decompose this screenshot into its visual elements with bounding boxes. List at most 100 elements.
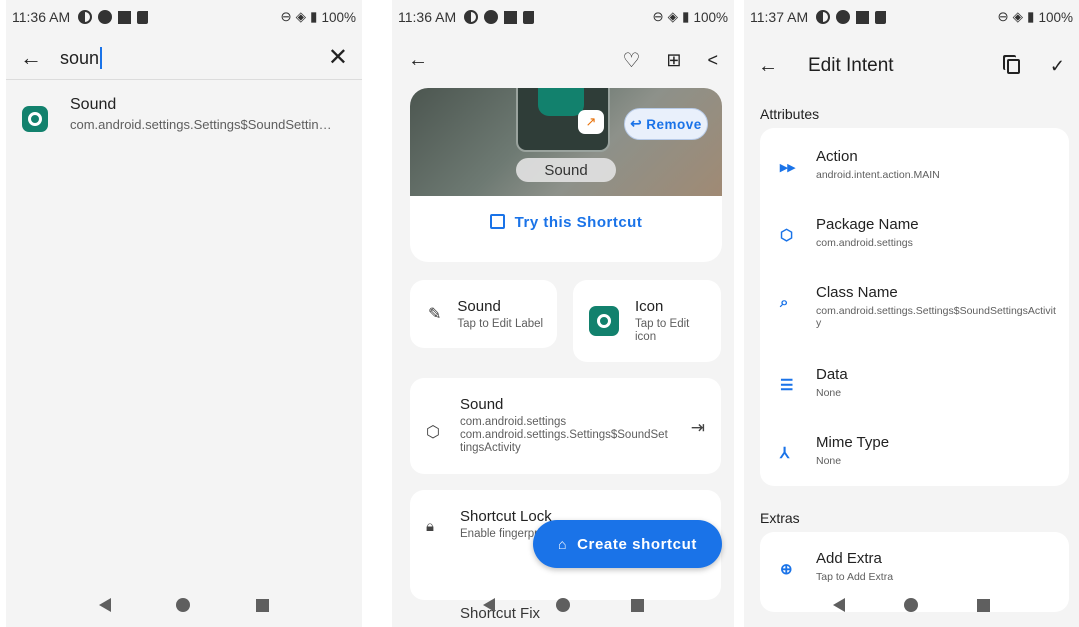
- status-time: 11:36 AM: [398, 9, 457, 25]
- attribute-name: Mime Type: [816, 434, 890, 451]
- nav-bar: [744, 583, 1079, 627]
- status-bar: 11:36 AM ⊖ ◈ ▮ 100%: [6, 0, 362, 34]
- nav-bar: [392, 583, 734, 627]
- notification-icons: [816, 10, 887, 24]
- sd-card-icon: [137, 10, 149, 24]
- attribute-name: Data: [816, 366, 848, 383]
- try-shortcut-button[interactable]: Try this Shortcut: [410, 214, 722, 231]
- wifi-icon: ◈: [667, 9, 679, 24]
- search-bar: ← soun ✕: [6, 36, 362, 80]
- label-card-title: Sound: [457, 297, 501, 315]
- battery-level: 100%: [321, 9, 356, 25]
- status-right: ⊖ ◈ ▮ 100%: [280, 9, 356, 25]
- attribute-class-name[interactable]: ⌕ Class Name com.android.settings.Settin…: [760, 284, 1069, 329]
- file-search-icon: ⌕: [780, 294, 789, 311]
- login-arrow-icon[interactable]: ⇥: [691, 396, 705, 474]
- shortcut-badge-icon: ↗: [578, 110, 604, 134]
- favorite-heart-icon[interactable]: ♡: [622, 48, 640, 73]
- icon-card-title: Icon: [635, 298, 664, 315]
- battery-icon: ▮: [682, 9, 690, 24]
- search-screen: 11:36 AM ⊖ ◈ ▮ 100% ← soun ✕ Sound com.a…: [6, 0, 362, 627]
- nav-home-icon[interactable]: [555, 598, 570, 612]
- share-icon[interactable]: <: [707, 50, 718, 71]
- fast-forward-icon: ▸▸: [780, 159, 796, 176]
- intent-title: Sound: [460, 396, 504, 413]
- top-app-bar: ← Edit Intent ✓: [744, 46, 1079, 86]
- status-time: 11:36 AM: [12, 9, 71, 25]
- attribute-name: Package Name: [816, 216, 919, 233]
- result-subtitle: com.android.settings.Settings$SoundSetti…: [70, 117, 332, 132]
- copy-icon[interactable]: [1006, 56, 1020, 77]
- nav-back-icon[interactable]: [98, 598, 111, 612]
- nav-bar: [6, 583, 362, 627]
- shortcut-editor-screen: 11:36 AM ⊖ ◈ ▮ 100% ← ♡ ⊞ < ↗ ↩ Remove S…: [392, 0, 734, 627]
- intent-card[interactable]: ⬡ Sound com.android.settings com.android…: [410, 378, 721, 474]
- page-title: Edit Intent: [808, 55, 894, 76]
- attribute-action[interactable]: ▸▸ Action android.intent.action.MAIN: [760, 148, 1069, 181]
- status-bar: 11:37 AM ⊖ ◈ ▮ 100%: [744, 0, 1079, 34]
- notification-dot-icon: [836, 10, 851, 24]
- package-box-icon: ⬡: [426, 424, 440, 441]
- attribute-value: None: [816, 455, 842, 467]
- data-saver-icon: [78, 10, 93, 24]
- attributes-card: ▸▸ Action android.intent.action.MAIN ⬡ P…: [760, 128, 1069, 486]
- settings-app-icon: [22, 106, 48, 132]
- notification-dot-icon: [98, 10, 113, 24]
- battery-icon: ▮: [310, 9, 318, 24]
- add-extra-title: Add Extra: [816, 550, 882, 567]
- nav-recents-icon[interactable]: [630, 598, 644, 612]
- intent-package: com.android.settings: [460, 416, 567, 428]
- nav-recents-icon[interactable]: [976, 598, 990, 612]
- attributes-header: Attributes: [760, 106, 820, 122]
- attribute-package-name[interactable]: ⬡ Package Name com.android.settings: [760, 216, 1069, 249]
- notification-icons: [78, 10, 149, 24]
- wallpaper-preview: ↗ ↩ Remove Sound: [410, 88, 722, 196]
- notification-square-icon: [504, 10, 518, 24]
- intent-class: com.android.settings.Settings$SoundSetti…: [460, 429, 668, 454]
- sd-card-icon: [523, 10, 535, 24]
- battery-icon: ▮: [1027, 9, 1035, 24]
- back-arrow-icon[interactable]: ←: [758, 55, 808, 78]
- label-card-subtitle: Tap to Edit Label: [457, 317, 544, 330]
- dnd-icon: ⊖: [652, 9, 664, 24]
- nav-home-icon[interactable]: [176, 598, 191, 612]
- close-icon[interactable]: ✕: [328, 43, 348, 72]
- attribute-name: Class Name: [816, 284, 898, 301]
- result-title: Sound: [70, 96, 117, 113]
- search-input[interactable]: soun: [60, 46, 103, 69]
- nav-home-icon[interactable]: [903, 598, 918, 612]
- lock-title: Shortcut Lock: [460, 508, 552, 525]
- back-arrow-icon[interactable]: ←: [20, 45, 60, 71]
- settings-app-icon: [538, 88, 584, 116]
- add-extra-row[interactable]: ⊕ Add Extra Tap to Add Extra: [760, 550, 1069, 583]
- top-app-bar: ← ♡ ⊞ <: [392, 42, 734, 78]
- open-external-icon: [489, 214, 505, 229]
- data-saver-icon: [816, 10, 831, 24]
- edit-icon-card[interactable]: Icon Tap to Edit icon: [573, 280, 721, 362]
- create-shortcut-button[interactable]: ⌂ Create shortcut: [533, 520, 722, 568]
- notification-square-icon: [856, 10, 870, 24]
- data-saver-icon: [464, 10, 479, 24]
- shortcut-label-preview: Sound: [516, 158, 616, 182]
- search-result-item[interactable]: Sound com.android.settings.Settings$Soun…: [22, 96, 352, 132]
- save-shortcut-icon[interactable]: ⊞: [666, 50, 681, 71]
- check-icon[interactable]: ✓: [1050, 56, 1065, 77]
- nav-recents-icon[interactable]: [256, 598, 270, 612]
- merge-arrow-icon: ⅄: [780, 445, 790, 462]
- back-arrow-icon[interactable]: ←: [408, 49, 428, 72]
- nav-back-icon[interactable]: [833, 598, 846, 612]
- wifi-icon: ◈: [1012, 9, 1024, 24]
- edit-label-card[interactable]: ✎ Sound Tap to Edit Label: [410, 280, 557, 348]
- nav-back-icon[interactable]: [482, 598, 495, 612]
- status-time: 11:37 AM: [750, 9, 809, 25]
- edit-intent-screen: 11:37 AM ⊖ ◈ ▮ 100% ← Edit Intent ✓ Attr…: [744, 0, 1079, 627]
- status-right: ⊖ ◈ ▮ 100%: [652, 9, 728, 25]
- pencil-icon: ✎: [428, 306, 442, 323]
- notification-square-icon: [118, 10, 132, 24]
- remove-button[interactable]: ↩ Remove: [624, 108, 708, 140]
- add-box-icon: ⊕: [780, 561, 793, 578]
- attribute-data[interactable]: ☰ Data None: [760, 366, 1069, 399]
- database-icon: ☰: [780, 377, 794, 394]
- attribute-mime-type[interactable]: ⅄ Mime Type None: [760, 434, 1069, 467]
- attribute-value: com.android.settings.Settings$SoundSetti…: [816, 305, 1056, 329]
